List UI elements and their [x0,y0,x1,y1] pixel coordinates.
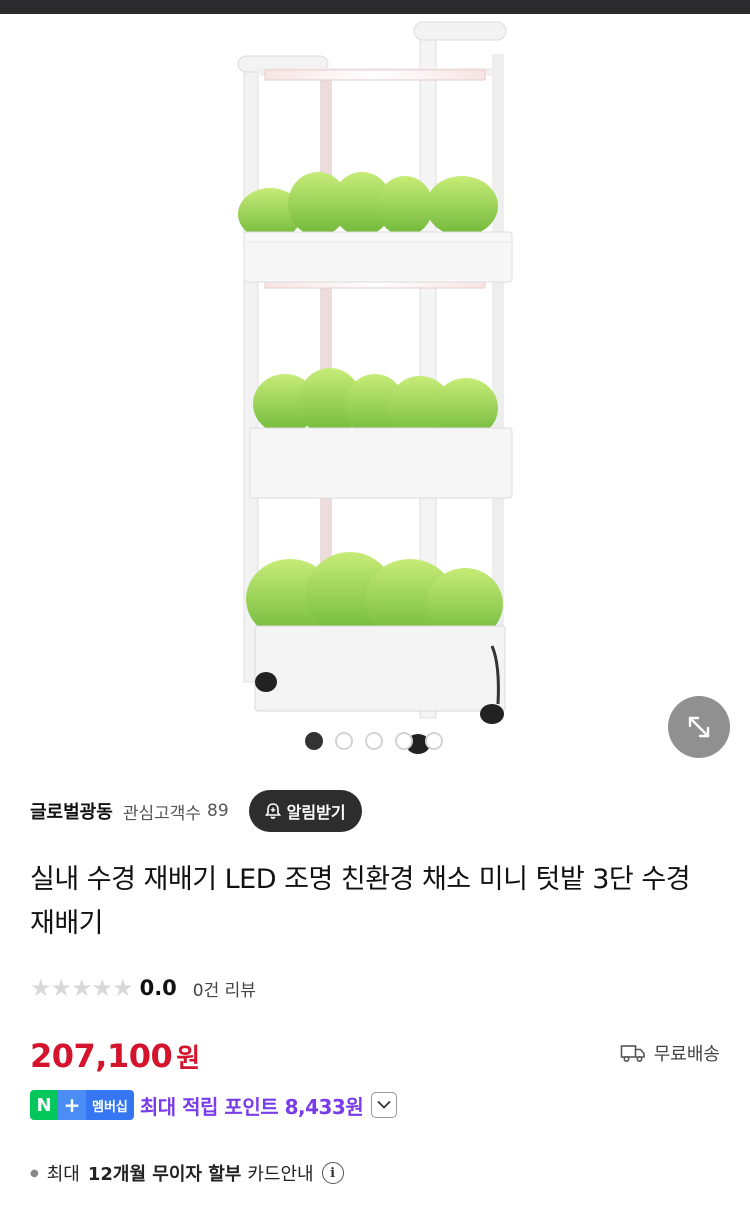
alert-button-label: 알림받기 [286,803,346,822]
star-icon: ★ [71,974,92,1002]
installment-bold: 12개월 무이자 할부 [87,1164,242,1185]
star-icon: ★ [50,974,72,1002]
rating-stars: ★ ★ ★ ★ ★ [30,974,134,1002]
naver-membership-badge: N + 멤버십 [30,1090,134,1120]
pagination-dot[interactable] [335,732,353,750]
expand-image-button[interactable] [668,696,730,758]
badge-n: N [30,1090,58,1120]
product-image-gallery[interactable] [0,14,750,759]
interest-count: 89 [207,801,229,821]
price-value: 207,100 [30,1037,173,1075]
pagination-dot[interactable] [365,732,383,750]
expand-arrows-icon [688,716,710,738]
gallery-pagination-dots [305,732,443,750]
rating-score: 0.0 [139,976,177,1000]
chevron-down-icon [377,1101,391,1109]
star-icon: ★ [112,974,133,1002]
seller-name[interactable]: 글로벌광동 [30,798,113,824]
bullet-icon: ● [30,1167,39,1179]
pagination-dot[interactable] [425,732,443,750]
card-guide-link[interactable]: 카드안내 [247,1160,313,1186]
star-icon: ★ [30,974,51,1002]
max-points-text: 최대 적립 포인트 8,433원 [139,1094,364,1119]
product-title: 실내 수경 재배기 LED 조명 친환경 채소 미니 텃밭 3단 수경 재배기 [30,864,691,939]
review-count[interactable]: 0건 리뷰 [193,976,256,1001]
delivery-truck-icon [620,1045,645,1063]
seller-info: 글로벌광동 관심고객수 89 알림받기 [30,789,362,833]
interest-label: 관심고객수 [122,803,202,824]
shipping-label: 무료배송 [653,1044,720,1065]
price-unit: 원 [176,1043,201,1074]
points-expand-button[interactable] [371,1092,398,1118]
pagination-dot[interactable] [395,732,413,750]
badge-text: 멤버십 [86,1090,134,1120]
membership-points: N + 멤버십 최대 적립 포인트 8,433원 [30,1088,398,1122]
rating-summary[interactable]: ★ ★ ★ ★ ★ 0.0 0건 리뷰 [30,970,256,1006]
top-status-bar [0,0,750,14]
bell-plus-icon [264,803,281,819]
shipping-info: 무료배송 [620,1040,720,1066]
installment-info: ● 최대 12개월 무이자 할부 카드안내 i [30,1156,344,1190]
badge-plus: + [58,1090,86,1120]
product-photo [237,21,513,754]
pagination-dot-active[interactable] [305,732,323,750]
alert-subscribe-button[interactable]: 알림받기 [248,790,362,832]
installment-prefix: 최대 [46,1164,80,1185]
price-section: 207,100 원 무료배송 [30,1034,720,1078]
star-icon: ★ [91,974,113,1002]
info-icon[interactable]: i [321,1162,344,1184]
